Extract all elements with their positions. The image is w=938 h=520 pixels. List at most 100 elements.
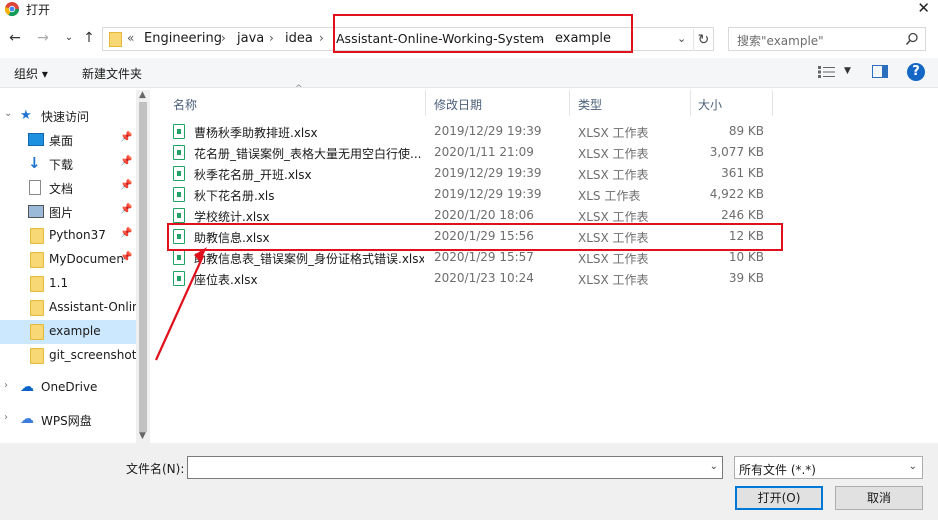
chevron-down-icon[interactable]: ⌄ xyxy=(710,461,718,472)
title-bar: 打开 ✕ xyxy=(0,0,938,20)
preview-pane-icon[interactable] xyxy=(872,65,888,78)
address-bar[interactable]: « Engineering › java › idea › Assistant-… xyxy=(102,27,714,51)
view-dropdown-icon[interactable]: ▼ xyxy=(844,66,851,76)
sidebar-item-wps-cloud[interactable]: › ☁ WPS网盘 xyxy=(0,408,136,432)
breadcrumb-assistant-online-working-system[interactable]: Assistant-Online-Working-System xyxy=(336,31,544,46)
scroll-down-icon[interactable]: ▼ xyxy=(139,431,146,441)
sidebar-item-pictures[interactable]: 图片 📌 xyxy=(0,200,136,224)
column-header-modified[interactable]: 修改日期 xyxy=(434,96,482,113)
sidebar-item-downloads[interactable]: ↓ 下载 📌 xyxy=(0,152,136,176)
sidebar-item-documents[interactable]: 文档 📌 xyxy=(0,176,136,200)
search-input[interactable]: 搜索"example" xyxy=(728,27,926,51)
breadcrumb-overflow[interactable]: « xyxy=(127,31,134,45)
scrollbar-thumb[interactable] xyxy=(139,102,147,432)
excel-file-icon xyxy=(173,271,185,286)
wps-cloud-icon: ☁ xyxy=(20,411,34,427)
column-header-name[interactable]: 名称 xyxy=(173,96,197,113)
sidebar-item-mydocuments[interactable]: MyDocumen 📌 xyxy=(0,248,136,272)
back-button[interactable]: ← xyxy=(6,28,24,48)
file-row[interactable]: 助教信息.xlsx 2020/1/29 15:56 XLSX 工作表 12 KB xyxy=(167,226,927,247)
breadcrumb-separator[interactable]: › xyxy=(221,31,226,45)
star-icon: ★ xyxy=(20,108,32,123)
expand-icon[interactable]: ⌄ xyxy=(4,108,12,119)
view-options-icon[interactable] xyxy=(818,66,836,78)
sidebar-scrollbar[interactable]: ▲ ▼ xyxy=(136,90,150,443)
up-button[interactable]: ↑ xyxy=(80,28,98,48)
file-name: 花名册_错误案例_表格大量无用空白行使... xyxy=(194,147,422,161)
column-divider[interactable] xyxy=(569,90,570,116)
file-name: 座位表.xlsx xyxy=(194,273,258,287)
column-header-type[interactable]: 类型 xyxy=(578,96,602,113)
pin-icon[interactable]: 📌 xyxy=(120,156,132,167)
new-folder-button[interactable]: 新建文件夹 xyxy=(82,65,142,82)
folder-icon xyxy=(30,276,44,292)
organize-button[interactable]: 组织 ▾ xyxy=(14,65,48,82)
sidebar-item-assistant-online[interactable]: Assistant-Onlin xyxy=(0,296,140,320)
folder-icon xyxy=(30,300,44,316)
file-size: 10 KB xyxy=(728,250,764,264)
chevron-down-icon[interactable]: ⌄ xyxy=(909,461,917,472)
breadcrumb-example[interactable]: example xyxy=(555,31,611,46)
sidebar-item-1-1[interactable]: 1.1 xyxy=(0,272,136,296)
pin-icon[interactable]: 📌 xyxy=(120,252,132,263)
column-divider[interactable] xyxy=(425,90,426,116)
search-placeholder: 搜索"example" xyxy=(737,34,824,48)
sidebar-item-label: 文档 xyxy=(49,182,74,196)
sidebar-item-git-screenshot[interactable]: git_screenshot xyxy=(0,344,136,368)
breadcrumb-java[interactable]: java xyxy=(237,31,264,46)
file-row[interactable]: 秋下花名册.xls 2019/12/29 19:39 XLS 工作表 4,922… xyxy=(167,184,927,205)
excel-file-icon xyxy=(173,208,185,223)
sidebar-item-label: 下载 xyxy=(49,158,74,172)
breadcrumb-idea[interactable]: idea xyxy=(285,31,313,46)
sidebar-item-python37[interactable]: Python37 📌 xyxy=(0,224,136,248)
file-name: 学校统计.xlsx xyxy=(194,210,270,224)
file-modified: 2019/12/29 19:39 xyxy=(434,124,542,138)
file-name: 助教信息.xlsx xyxy=(194,231,270,245)
pin-icon[interactable]: 📌 xyxy=(120,204,132,215)
folder-icon xyxy=(30,252,44,268)
breadcrumb-separator[interactable]: › xyxy=(269,31,274,45)
refresh-icon[interactable]: ↻ xyxy=(693,29,713,51)
open-button[interactable]: 打开(O) xyxy=(735,486,823,510)
file-size: 246 KB xyxy=(721,208,764,222)
breadcrumb-engineering[interactable]: Engineering xyxy=(144,31,222,46)
chevron-down-icon[interactable]: ⌄ xyxy=(677,32,686,45)
sidebar-item-quick-access[interactable]: ⌄ ★ 快速访问 xyxy=(0,104,136,128)
help-icon[interactable]: ? xyxy=(907,63,925,81)
expand-icon[interactable]: › xyxy=(4,380,8,391)
expand-icon[interactable]: › xyxy=(4,412,8,423)
cancel-button[interactable]: 取消 xyxy=(835,486,923,510)
pin-icon[interactable]: 📌 xyxy=(120,132,132,143)
file-row[interactable]: 花名册_错误案例_表格大量无用空白行使... 2020/1/11 21:09 X… xyxy=(167,142,927,163)
file-type-select[interactable]: 所有文件 (*.*) ⌄ xyxy=(734,456,923,479)
file-modified: 2020/1/20 18:06 xyxy=(434,208,534,222)
column-divider[interactable] xyxy=(690,90,691,116)
filename-input[interactable]: ⌄ xyxy=(187,456,723,479)
pin-icon[interactable]: 📌 xyxy=(120,228,132,239)
column-header-size[interactable]: 大小 xyxy=(698,96,722,113)
file-modified: 2020/1/11 21:09 xyxy=(434,145,534,159)
file-row[interactable]: 秋季花名册_开班.xlsx 2019/12/29 19:39 XLSX 工作表 … xyxy=(167,163,927,184)
recent-locations-button[interactable]: ⌄ xyxy=(60,28,78,48)
scroll-up-icon[interactable]: ▲ xyxy=(139,90,146,100)
forward-button[interactable]: → xyxy=(34,28,52,48)
sidebar-item-desktop[interactable]: 桌面 📌 xyxy=(0,128,136,152)
file-type: XLSX 工作表 xyxy=(578,273,649,287)
breadcrumb-separator[interactable]: › xyxy=(319,31,324,45)
desktop-icon xyxy=(28,133,44,146)
file-name: 秋下花名册.xls xyxy=(194,189,275,203)
search-icon[interactable] xyxy=(905,32,919,46)
file-row[interactable]: 座位表.xlsx 2020/1/23 10:24 XLSX 工作表 39 KB xyxy=(167,268,927,289)
sidebar-item-example[interactable]: example xyxy=(0,320,136,344)
excel-file-icon xyxy=(173,187,185,202)
file-row[interactable]: 助教信息表_错误案例_身份证格式错误.xlsx 2020/1/29 15:57 … xyxy=(167,247,927,268)
file-size: 39 KB xyxy=(728,271,764,285)
close-icon[interactable]: ✕ xyxy=(917,0,930,17)
file-name: 秋季花名册_开班.xlsx xyxy=(194,168,312,182)
column-divider[interactable] xyxy=(772,90,773,116)
file-row[interactable]: 学校统计.xlsx 2020/1/20 18:06 XLSX 工作表 246 K… xyxy=(167,205,927,226)
pin-icon[interactable]: 📌 xyxy=(120,180,132,191)
file-row[interactable]: 曹杨秋季助教排班.xlsx 2019/12/29 19:39 XLSX 工作表 … xyxy=(167,121,927,142)
sidebar-item-onedrive[interactable]: › ☁ OneDrive xyxy=(0,376,136,400)
breadcrumb-separator[interactable]: › xyxy=(539,31,544,45)
